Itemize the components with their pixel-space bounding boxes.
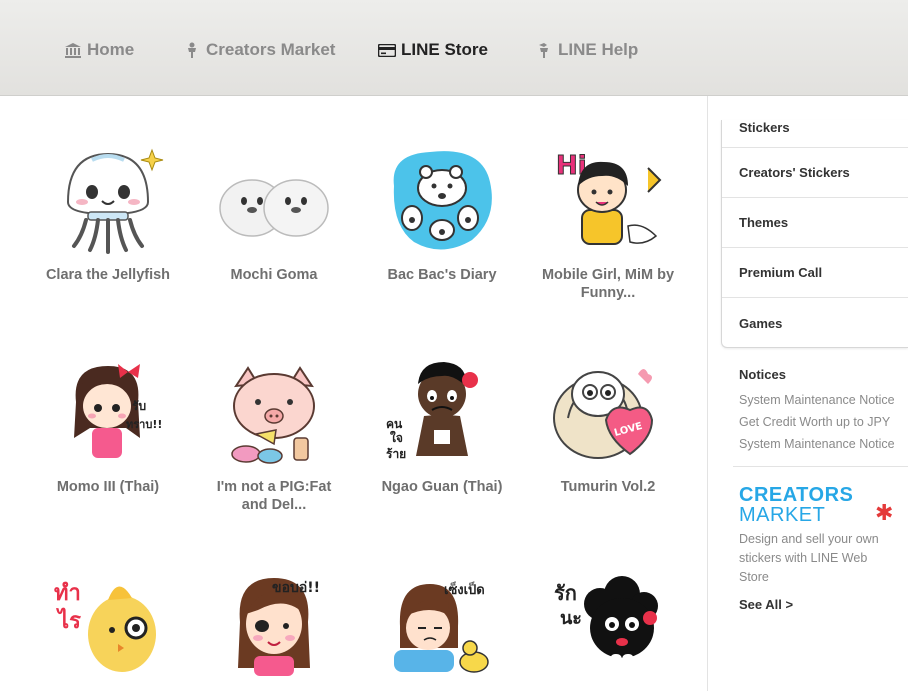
sticker-thumbnail <box>66 148 164 254</box>
sidebar-menu: Stickers Creators' Stickers Themes Premi… <box>721 120 908 348</box>
sticker-card-clara[interactable]: Clara the Jellyfish <box>24 146 192 284</box>
sticker-title: Tumurin Vol.2 <box>560 479 656 495</box>
see-all-link[interactable]: See All > <box>739 597 793 612</box>
creators-market-logo-line2: MARKET <box>739 504 826 526</box>
sticker-title: I'm not a PIG:Fat and Del... <box>216 479 332 513</box>
svg-text:ทราบ!!: ทราบ!! <box>126 418 162 431</box>
sticker-card-row3-3[interactable]: เซ็งเป็ด <box>358 568 526 688</box>
sticker-thumbnail: รัก นะ <box>554 576 658 672</box>
sticker-thumbnail: LOVE <box>553 369 654 459</box>
sticker-thumbnail <box>231 366 315 464</box>
sticker-card-row3-4[interactable]: รัก นะ <box>524 568 692 688</box>
person-icon <box>183 41 201 59</box>
sticker-title: Mobile Girl, MiM by Funny... <box>541 267 675 301</box>
sticker-title: Momo III (Thai) <box>56 479 160 495</box>
sticker-grid: Clara the Jellyfish Mochi Goma Bac Bac's… <box>0 96 708 691</box>
sidebar-item-premium-call[interactable]: Premium Call <box>722 248 908 298</box>
star-icon: ✱ <box>875 500 894 525</box>
nav-line-help-label: LINE Help <box>558 40 639 59</box>
card-icon <box>378 41 396 59</box>
sidebar-item-creators-stickers[interactable]: Creators' Stickers <box>722 148 908 198</box>
svg-text:เซ็งเป็ด: เซ็งเป็ด <box>444 580 485 598</box>
nav-creators-market[interactable]: Creators Market <box>183 39 335 61</box>
top-navigation: Home Creators Market LINE Store LINE Hel… <box>0 0 908 96</box>
sidebar-item-games[interactable]: Games <box>722 298 908 348</box>
sticker-thumbnail: ทำ ไร <box>54 581 156 672</box>
svg-text:รับ: รับ <box>132 399 146 413</box>
sticker-card-bac-bac[interactable]: Bac Bac's Diary <box>358 146 526 284</box>
sidebar-item-themes[interactable]: Themes <box>722 198 908 248</box>
sticker-thumbnail <box>393 151 492 250</box>
sidebar: Stickers Creators' Stickers Themes Premi… <box>721 96 908 691</box>
sticker-card-tumurin[interactable]: LOVE Tumurin Vol.2 <box>524 358 692 496</box>
nav-line-store[interactable]: LINE Store <box>378 39 488 61</box>
sticker-thumbnail: เซ็งเป็ด <box>394 580 489 673</box>
content-divider <box>707 96 708 691</box>
svg-text:ร้าย: ร้าย <box>386 447 406 461</box>
notice-link[interactable]: System Maintenance Notice <box>739 437 895 451</box>
sticker-card-mobile-girl[interactable]: Hi Mobile Girl, MiM by Funny... <box>524 146 692 302</box>
svg-text:ขอบอ่!!: ขอบอ่!! <box>272 580 320 596</box>
svg-text:ไร: ไร <box>56 607 81 634</box>
sticker-title: Mochi Goma <box>230 267 318 283</box>
bank-icon <box>64 41 82 59</box>
help-person-icon <box>535 41 553 59</box>
nav-line-help[interactable]: LINE Help <box>535 39 638 61</box>
notice-link[interactable]: Get Credit Worth up to JPY <box>739 415 890 429</box>
svg-text:คน: คน <box>386 417 403 431</box>
sticker-thumbnail <box>219 179 329 237</box>
nav-home-label: Home <box>87 40 135 59</box>
nav-home[interactable]: Home <box>64 39 134 61</box>
sticker-card-row3-1[interactable]: ทำ ไร <box>24 568 192 688</box>
sticker-card-not-a-pig[interactable]: I'm not a PIG:Fat and Del... <box>190 358 358 514</box>
sticker-card-ngao-guan[interactable]: คน ใจ ร้าย Ngao Guan (Thai) <box>358 358 526 496</box>
sticker-title: Bac Bac's Diary <box>387 267 497 283</box>
creators-market-description: Design and sell your own stickers with L… <box>739 532 879 584</box>
notices-heading: Notices <box>739 367 786 382</box>
nav-creators-market-label: Creators Market <box>206 40 336 59</box>
nav-line-store-label: LINE Store <box>401 40 488 59</box>
notice-link[interactable]: System Maintenance Notice <box>739 393 895 407</box>
svg-text:ทำ: ทำ <box>54 581 81 606</box>
sidebar-item-stickers[interactable]: Stickers <box>722 98 908 148</box>
sticker-title: Clara the Jellyfish <box>45 267 171 283</box>
svg-text:รัก: รัก <box>554 581 577 605</box>
sticker-thumbnail: รับ ทราบ!! <box>74 364 162 458</box>
sidebar-divider <box>733 466 908 467</box>
sticker-thumbnail: ขอบอ่!! <box>238 578 320 676</box>
sticker-title: Ngao Guan (Thai) <box>381 479 503 495</box>
sticker-card-mochi-goma[interactable]: Mochi Goma <box>190 146 358 284</box>
sticker-thumbnail: Hi <box>556 151 662 245</box>
svg-text:ใจ: ใจ <box>390 430 403 445</box>
sticker-card-row3-2[interactable]: ขอบอ่!! <box>190 568 358 688</box>
sticker-card-momo-iii[interactable]: รับ ทราบ!! Momo III (Thai) <box>24 358 192 496</box>
svg-text:นะ: นะ <box>560 608 582 629</box>
sticker-thumbnail: คน ใจ ร้าย <box>386 362 478 461</box>
